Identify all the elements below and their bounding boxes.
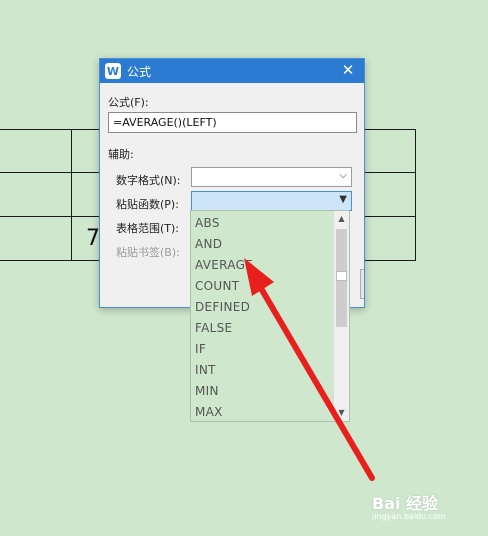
arrow-head [244,258,274,296]
arrow-shaft [259,287,375,481]
annotation-arrow-icon [244,258,375,481]
baidu-watermark: Bai 经验 jingyan.baidu.com [372,484,482,524]
watermark-url: jingyan.baidu.com [372,512,446,521]
watermark-text: Bai 经验 [372,494,439,513]
